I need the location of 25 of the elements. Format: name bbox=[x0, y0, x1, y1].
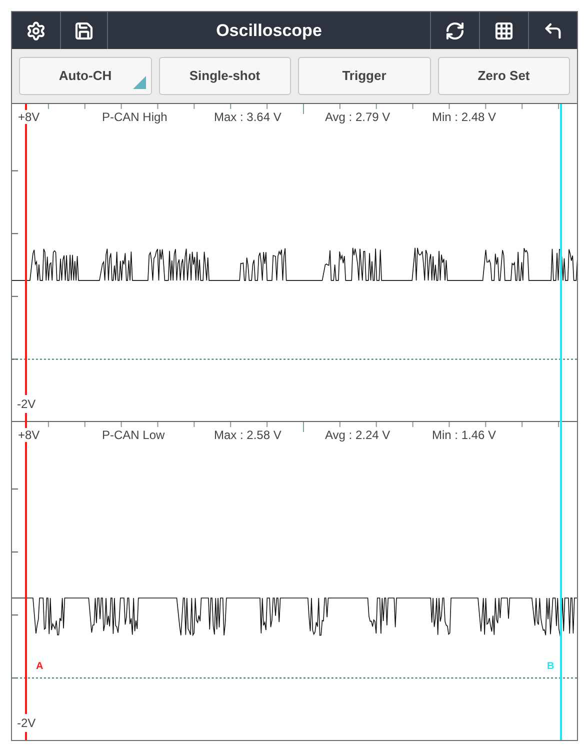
settings-icon bbox=[26, 20, 46, 40]
cursor-label: A bbox=[36, 660, 44, 674]
dropdown-corner-icon bbox=[132, 76, 146, 89]
max-reading: Max : 3.64 V bbox=[214, 109, 282, 126]
refresh-icon bbox=[445, 20, 465, 40]
avg-reading: Avg : 2.79 V bbox=[325, 109, 392, 126]
avg-reading: Avg : 2.24 V bbox=[325, 427, 392, 444]
axis-max-label: +8V bbox=[18, 428, 40, 442]
min-reading: Min : 2.48 V bbox=[432, 109, 496, 126]
max-reading: Max : 2.58 V bbox=[214, 427, 282, 444]
min-reading: Min : 1.46 V bbox=[432, 427, 496, 444]
channel-name: P-CAN Low bbox=[102, 427, 166, 444]
axis-min-label: -2V bbox=[17, 714, 36, 732]
toolbar-button[interactable]: Single-shot bbox=[158, 57, 291, 95]
toolbar-button[interactable]: Zero Set bbox=[438, 57, 570, 95]
window-title: Oscilloscope bbox=[216, 20, 322, 42]
dropdown-button[interactable]: Auto-CH bbox=[19, 57, 152, 95]
axis-min-label: -2V bbox=[17, 395, 36, 413]
cursor-line[interactable] bbox=[25, 104, 27, 740]
axis-max-label: +8V bbox=[18, 110, 40, 124]
grid-icon bbox=[494, 20, 514, 40]
channel-name: P-CAN High bbox=[102, 109, 168, 126]
cursor-label: B bbox=[547, 660, 554, 674]
toolbar-button[interactable]: Trigger bbox=[298, 57, 430, 95]
back-arrow-icon bbox=[543, 20, 563, 40]
